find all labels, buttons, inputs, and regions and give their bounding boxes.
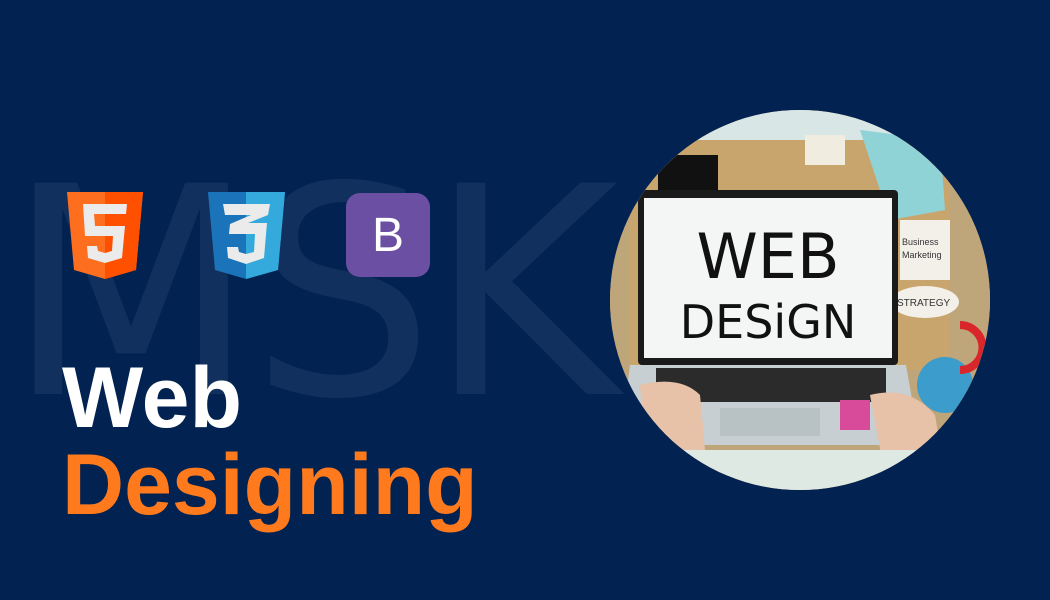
screen-text-design: DESiGN — [680, 295, 857, 349]
title-line-1: Web — [62, 350, 242, 446]
note-business: Business — [902, 237, 939, 247]
title-line-2: Designing — [62, 437, 478, 533]
note-strategy: STRATEGY — [897, 298, 950, 309]
web-design-photo: Business Marketing STRATEGY WEB DESiGN — [610, 110, 990, 490]
note-marketing: Marketing — [902, 250, 942, 260]
css3-logo-icon — [208, 192, 285, 279]
html5-logo-icon — [67, 192, 143, 279]
screen-text-web: WEB — [696, 220, 839, 293]
bootstrap-logo-icon: B — [346, 193, 430, 277]
